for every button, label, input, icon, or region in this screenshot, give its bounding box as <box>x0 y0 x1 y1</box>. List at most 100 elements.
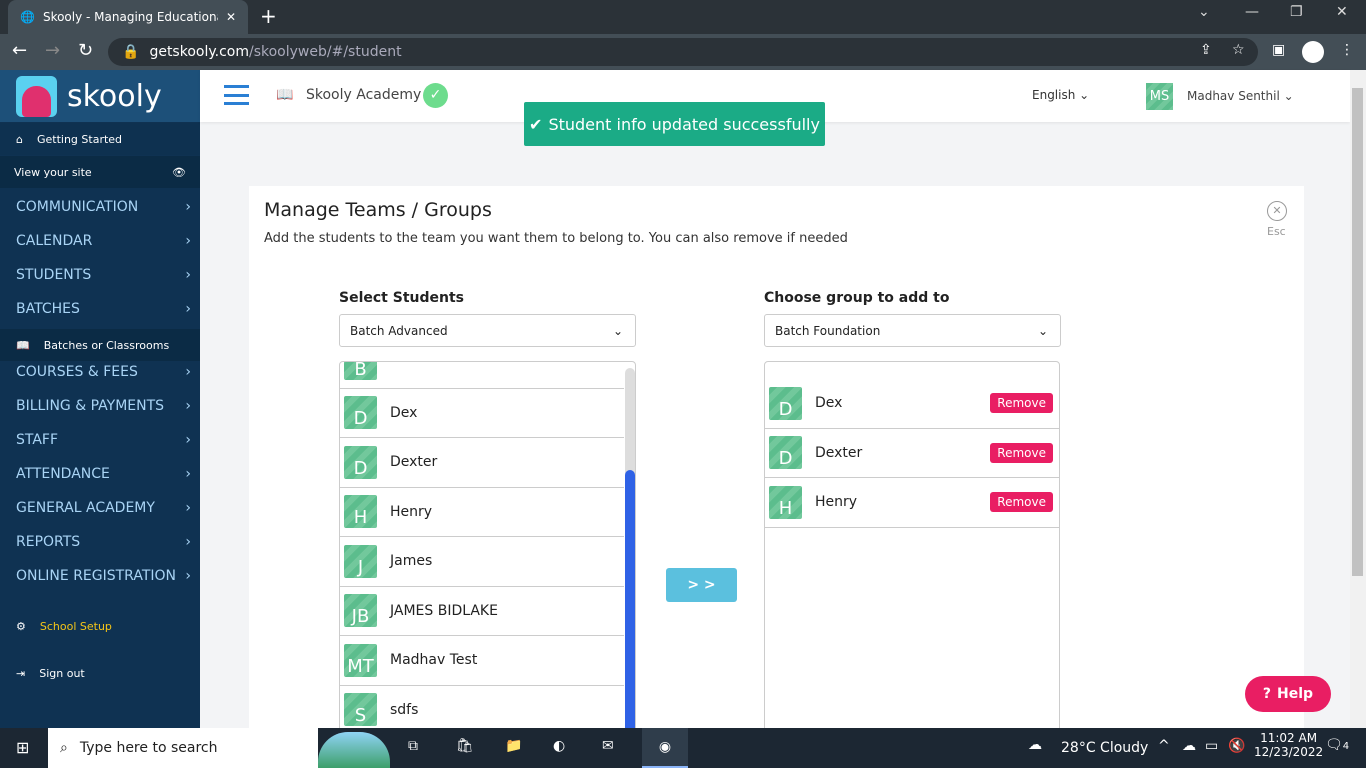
tab-search-icon[interactable]: ⌄ <box>1198 4 1210 20</box>
sidebar-item-reports[interactable]: REPORTS › <box>16 525 191 559</box>
member-avatar: D <box>769 436 802 470</box>
share-icon[interactable]: ⇪ <box>1200 42 1212 58</box>
chevron-right-icon: › <box>185 199 191 215</box>
back-icon[interactable]: ← <box>12 40 27 61</box>
windows-start-icon[interactable]: ⊞ <box>16 738 29 757</box>
student-list-item[interactable]: B <box>340 362 624 389</box>
notifications-icon[interactable]: 🗨4 <box>1325 737 1349 753</box>
student-list-item[interactable]: J James <box>340 537 624 587</box>
hamburger-menu-icon[interactable] <box>224 85 249 105</box>
browser-tab[interactable]: 🌐 Skooly - Managing Educational J ✕ <box>8 0 248 34</box>
sidebar-item-students[interactable]: STUDENTS › <box>16 258 191 292</box>
windows-taskbar: ⊞ ⌕ Type here to search ⧉ 🛍 📁 ◐ ✉ ◉ ☁ 28°… <box>0 728 1366 768</box>
chevron-right-icon: › <box>185 568 191 584</box>
chevron-right-icon: › <box>185 398 191 414</box>
sidebar-item-courses-fees[interactable]: COURSES & FEES › <box>16 355 191 389</box>
student-avatar: J <box>344 544 377 578</box>
student-avatar: H <box>344 495 377 529</box>
remove-button[interactable]: Remove <box>990 492 1053 513</box>
student-list-item[interactable]: D Dexter <box>340 438 624 488</box>
sidebar-getting-started[interactable]: ⌂ Getting Started <box>0 123 200 155</box>
choose-group-label: Choose group to add to <box>764 290 950 306</box>
reload-icon[interactable]: ↻ <box>78 40 93 61</box>
bookmark-star-icon[interactable]: ☆ <box>1232 42 1245 58</box>
task-view-icon[interactable]: ⧉ <box>408 738 418 754</box>
logo[interactable]: skooly <box>0 70 200 122</box>
globe-icon: 🌐 <box>20 10 35 24</box>
student-avatar: B <box>344 362 377 380</box>
sidebar-item-communication[interactable]: COMMUNICATION › <box>16 190 191 224</box>
lock-icon: 🔒 <box>122 44 140 60</box>
user-menu[interactable]: Madhav Senthil ⌄ <box>1187 89 1294 103</box>
remove-button[interactable]: Remove <box>990 393 1053 414</box>
choose-group-dropdown[interactable]: Batch Foundation ⌄ <box>764 314 1061 347</box>
owl-logo-icon <box>16 75 57 117</box>
chevron-up-icon[interactable]: ^ <box>1158 738 1170 754</box>
group-member-item: D Dex Remove <box>765 379 1059 429</box>
restore-button[interactable]: ❐ <box>1290 4 1303 20</box>
minimize-button[interactable]: — <box>1245 4 1259 20</box>
sidebar-item-calendar[interactable]: CALENDAR › <box>16 224 191 258</box>
chrome-taskbar-icon[interactable]: ◉ <box>642 728 688 768</box>
sidebar-item-online-registration[interactable]: ONLINE REGISTRATION › <box>16 559 191 593</box>
close-icon[interactable]: ✕ <box>1267 201 1287 221</box>
sidebar-item-staff[interactable]: STAFF › <box>16 423 191 457</box>
verified-check-icon: ✓ <box>423 83 448 108</box>
student-list-item[interactable]: JB JAMES BIDLAKE <box>340 587 624 636</box>
chevron-right-icon: › <box>185 534 191 550</box>
clock[interactable]: 11:02 AM 12/23/2022 <box>1254 731 1323 759</box>
sidebar-sign-out[interactable]: ⇥ Sign out <box>0 657 200 689</box>
volume-muted-icon[interactable]: 🔇 <box>1228 738 1245 754</box>
side-panel-icon[interactable]: ▣ <box>1272 42 1285 58</box>
esc-label: Esc <box>1267 225 1286 238</box>
sign-out-icon: ⇥ <box>16 666 26 680</box>
store-icon[interactable]: 🛍 <box>456 738 474 754</box>
sidebar-item-billing-payments[interactable]: BILLING & PAYMENTS › <box>16 389 191 423</box>
new-tab-button[interactable]: + <box>260 4 277 28</box>
forward-icon[interactable]: → <box>45 40 60 61</box>
chevron-down-icon: ⌄ <box>612 323 623 338</box>
edge-icon[interactable]: ◐ <box>553 738 565 754</box>
url-input[interactable]: 🔒 getskooly.com/skoolyweb/#/student <box>108 38 1258 66</box>
chevron-right-icon: › <box>185 432 191 448</box>
language-dropdown[interactable]: English ⌄ <box>1032 88 1089 102</box>
student-avatar: D <box>344 445 377 479</box>
add-to-group-button[interactable]: > > <box>666 568 737 602</box>
sidebar-item-general-academy[interactable]: GENERAL ACADEMY › <box>16 491 191 525</box>
chevron-right-icon: › <box>185 500 191 516</box>
remove-button[interactable]: Remove <box>990 442 1053 463</box>
student-avatar: JB <box>344 594 377 628</box>
gear-icon: ⚙ <box>16 619 26 633</box>
close-tab-icon[interactable]: ✕ <box>226 10 236 24</box>
student-list-item[interactable]: H Henry <box>340 488 624 537</box>
student-list-scrollbar-thumb[interactable] <box>625 470 635 730</box>
user-avatar[interactable]: MS <box>1146 83 1173 110</box>
file-explorer-icon[interactable]: 📁 <box>505 738 522 754</box>
profile-icon[interactable] <box>1302 41 1324 63</box>
sidebar-item-attendance[interactable]: ATTENDANCE › <box>16 457 191 491</box>
eye-icon: 👁 <box>172 165 186 179</box>
chevron-down-icon: ⌄ <box>1037 323 1048 338</box>
page-scrollbar-thumb[interactable] <box>1352 88 1363 576</box>
student-list-item[interactable]: MT Madhav Test <box>340 636 624 686</box>
sidebar-view-site[interactable]: View your site 👁 <box>0 156 200 188</box>
mail-icon[interactable]: ✉ <box>602 738 614 754</box>
student-list-item[interactable]: D Dex <box>340 389 624 438</box>
search-icon: ⌕ <box>60 740 68 756</box>
manage-groups-modal: Manage Teams / Groups Add the students t… <box>249 186 1304 741</box>
sidebar-school-setup[interactable]: ⚙ School Setup <box>0 610 200 642</box>
book-icon: 📖 <box>16 338 30 352</box>
network-icon[interactable]: ☁ <box>1182 738 1196 754</box>
select-students-label: Select Students <box>339 290 464 306</box>
close-window-button[interactable]: ✕ <box>1336 4 1348 20</box>
taskbar-search-input[interactable]: ⌕ Type here to search <box>48 728 318 768</box>
group-member-list: D Dex Remove D Dexter Remove H Henry Remove <box>764 361 1060 741</box>
battery-icon[interactable]: ▭ <box>1205 738 1218 754</box>
sidebar-item-batches[interactable]: BATCHES › <box>16 292 191 326</box>
select-students-dropdown[interactable]: Batch Advanced ⌄ <box>339 314 636 347</box>
weather-text[interactable]: 28°C Cloudy <box>1061 740 1148 756</box>
student-list: B D Dex D Dexter H Henry J James JB JAMES BIDLAKE M… <box>339 361 636 741</box>
menu-kebab-icon[interactable]: ⋮ <box>1340 42 1354 58</box>
help-button[interactable]: ? Help <box>1245 676 1331 712</box>
student-avatar: D <box>344 396 377 430</box>
